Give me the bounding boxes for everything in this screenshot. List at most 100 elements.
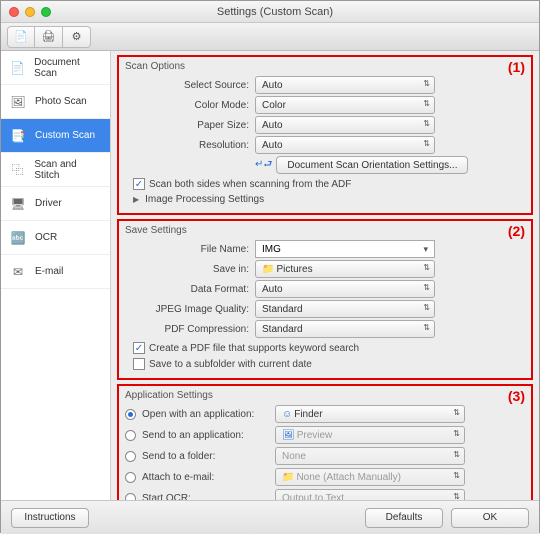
ok-button[interactable]: OK	[451, 508, 529, 528]
driver-icon: 🖥	[9, 197, 27, 211]
window-controls	[1, 7, 51, 17]
toolbar-scan-from-panel-button[interactable]: 🖨	[35, 26, 63, 48]
toolbar: 📄 🖨 ⚙	[1, 23, 539, 51]
checkbox-icon: ✓	[133, 342, 145, 354]
finder-icon: ☺	[282, 409, 292, 420]
sidebar-item-scan-and-stitch[interactable]: ⿻ Scan and Stitch	[1, 153, 110, 187]
checkbox-label: Save to a subfolder with current date	[149, 359, 312, 370]
paper-size-dropdown[interactable]: Auto	[255, 116, 435, 134]
sidebar-item-label: Driver	[35, 198, 62, 209]
send-to-application-dropdown[interactable]: 🖼Preview	[275, 426, 465, 444]
close-icon[interactable]	[9, 7, 19, 17]
image-processing-disclosure[interactable]: ▶ Image Processing Settings	[133, 194, 525, 205]
zoom-icon[interactable]	[41, 7, 51, 17]
attach-to-email-dropdown[interactable]: 📁None (Attach Manually)	[275, 468, 465, 486]
scan-both-sides-checkbox[interactable]: ✓ Scan both sides when scanning from the…	[133, 178, 525, 190]
checkbox-label: Scan both sides when scanning from the A…	[149, 179, 351, 190]
window-title: Settings (Custom Scan)	[51, 6, 499, 18]
resolution-dropdown[interactable]: Auto	[255, 136, 435, 154]
folder-icon: 📁	[262, 264, 274, 275]
start-ocr-radio[interactable]: Start OCR:	[125, 493, 275, 501]
radio-icon	[125, 451, 136, 462]
radio-label: Send to a folder:	[142, 451, 215, 462]
send-to-application-radio[interactable]: Send to an application:	[125, 430, 275, 441]
radio-label: Open with an application:	[142, 409, 254, 420]
pdf-compression-dropdown[interactable]: Standard	[255, 320, 435, 338]
annotation-3: (3)	[508, 388, 525, 404]
sidebar-item-label: OCR	[35, 232, 57, 243]
toolbar-preferences-button[interactable]: ⚙	[63, 26, 91, 48]
ocr-icon: 🔤	[9, 231, 27, 245]
toolbar-scan-from-computer-button[interactable]: 📄	[7, 26, 35, 48]
open-with-application-dropdown[interactable]: ☺Finder	[275, 405, 465, 423]
send-to-folder-radio[interactable]: Send to a folder:	[125, 451, 275, 462]
stitch-icon: ⿻	[9, 163, 26, 177]
file-name-label: File Name:	[125, 244, 255, 255]
resolution-label: Resolution:	[125, 140, 255, 151]
disclosure-label: Image Processing Settings	[145, 194, 264, 205]
checkbox-icon: ✓	[133, 178, 145, 190]
select-source-dropdown[interactable]: Auto	[255, 76, 435, 94]
sidebar-item-custom-scan[interactable]: 📑 Custom Scan	[1, 119, 110, 153]
radio-label: Send to an application:	[142, 430, 244, 441]
select-source-label: Select Source:	[125, 80, 255, 91]
titlebar: Settings (Custom Scan)	[1, 1, 539, 23]
orientation-icon: ↵⮐	[255, 157, 272, 174]
body: 📄 Document Scan 🖼 Photo Scan 📑 Custom Sc…	[1, 51, 539, 500]
orientation-settings-button[interactable]: Document Scan Orientation Settings...	[276, 156, 468, 174]
color-mode-label: Color Mode:	[125, 100, 255, 111]
annotation-2: (2)	[508, 223, 525, 239]
radio-icon	[125, 430, 136, 441]
save-in-label: Save in:	[125, 264, 255, 275]
pdf-compression-label: PDF Compression:	[125, 324, 255, 335]
open-with-application-radio[interactable]: Open with an application:	[125, 409, 275, 420]
data-format-dropdown[interactable]: Auto	[255, 280, 435, 298]
sidebar-item-label: Photo Scan	[35, 96, 87, 107]
settings-window: Settings (Custom Scan) 📄 🖨 ⚙ 📄 Document …	[0, 0, 540, 533]
sidebar-item-email[interactable]: ✉ E-mail	[1, 255, 110, 289]
sidebar: 📄 Document Scan 🖼 Photo Scan 📑 Custom Sc…	[1, 51, 111, 500]
send-to-folder-dropdown[interactable]: None	[275, 447, 465, 465]
create-pdf-checkbox[interactable]: ✓ Create a PDF file that supports keywor…	[133, 342, 525, 354]
sidebar-item-label: Scan and Stitch	[34, 159, 102, 181]
chevron-down-icon[interactable]: ▾	[423, 244, 428, 255]
sidebar-item-driver[interactable]: 🖥 Driver	[1, 187, 110, 221]
paper-size-label: Paper Size:	[125, 120, 255, 131]
sidebar-item-label: Document Scan	[34, 57, 102, 79]
color-mode-dropdown[interactable]: Color	[255, 96, 435, 114]
section-save-settings: (2) Save Settings File Name: IMG▾ Save i…	[117, 219, 533, 380]
attach-to-email-radio[interactable]: Attach to e-mail:	[125, 472, 275, 483]
file-name-input[interactable]: IMG▾	[255, 240, 435, 258]
section-application-settings: (3) Application Settings Open with an ap…	[117, 384, 533, 500]
data-format-label: Data Format:	[125, 284, 255, 295]
sidebar-item-label: Custom Scan	[35, 130, 95, 141]
footer: Instructions Defaults OK	[1, 500, 539, 534]
section-title: Save Settings	[125, 225, 525, 236]
section-title: Scan Options	[125, 61, 525, 72]
sidebar-item-label: E-mail	[35, 266, 63, 277]
radio-icon	[125, 472, 136, 483]
email-icon: ✉	[9, 265, 27, 279]
radio-icon	[125, 409, 136, 420]
save-in-dropdown[interactable]: 📁Pictures	[255, 260, 435, 278]
preview-icon: 🖼	[282, 430, 295, 441]
defaults-button[interactable]: Defaults	[365, 508, 443, 528]
jpeg-quality-label: JPEG Image Quality:	[125, 304, 255, 315]
radio-icon	[125, 493, 136, 501]
sidebar-item-ocr[interactable]: 🔤 OCR	[1, 221, 110, 255]
custom-icon: 📑	[9, 129, 27, 143]
content: (1) Scan Options Select Source: Auto Col…	[111, 51, 539, 500]
radio-label: Start OCR:	[142, 493, 191, 501]
instructions-button[interactable]: Instructions	[11, 508, 89, 528]
photo-icon: 🖼	[9, 95, 27, 109]
minimize-icon[interactable]	[25, 7, 35, 17]
checkbox-label: Create a PDF file that supports keyword …	[149, 343, 359, 354]
jpeg-quality-dropdown[interactable]: Standard	[255, 300, 435, 318]
sidebar-item-photo-scan[interactable]: 🖼 Photo Scan	[1, 85, 110, 119]
sidebar-item-document-scan[interactable]: 📄 Document Scan	[1, 51, 110, 85]
start-ocr-dropdown[interactable]: Output to Text	[275, 489, 465, 500]
annotation-1: (1)	[508, 59, 525, 75]
folder-icon: 📁	[282, 472, 294, 483]
triangle-right-icon: ▶	[133, 195, 139, 204]
save-subfolder-checkbox[interactable]: Save to a subfolder with current date	[133, 358, 525, 370]
